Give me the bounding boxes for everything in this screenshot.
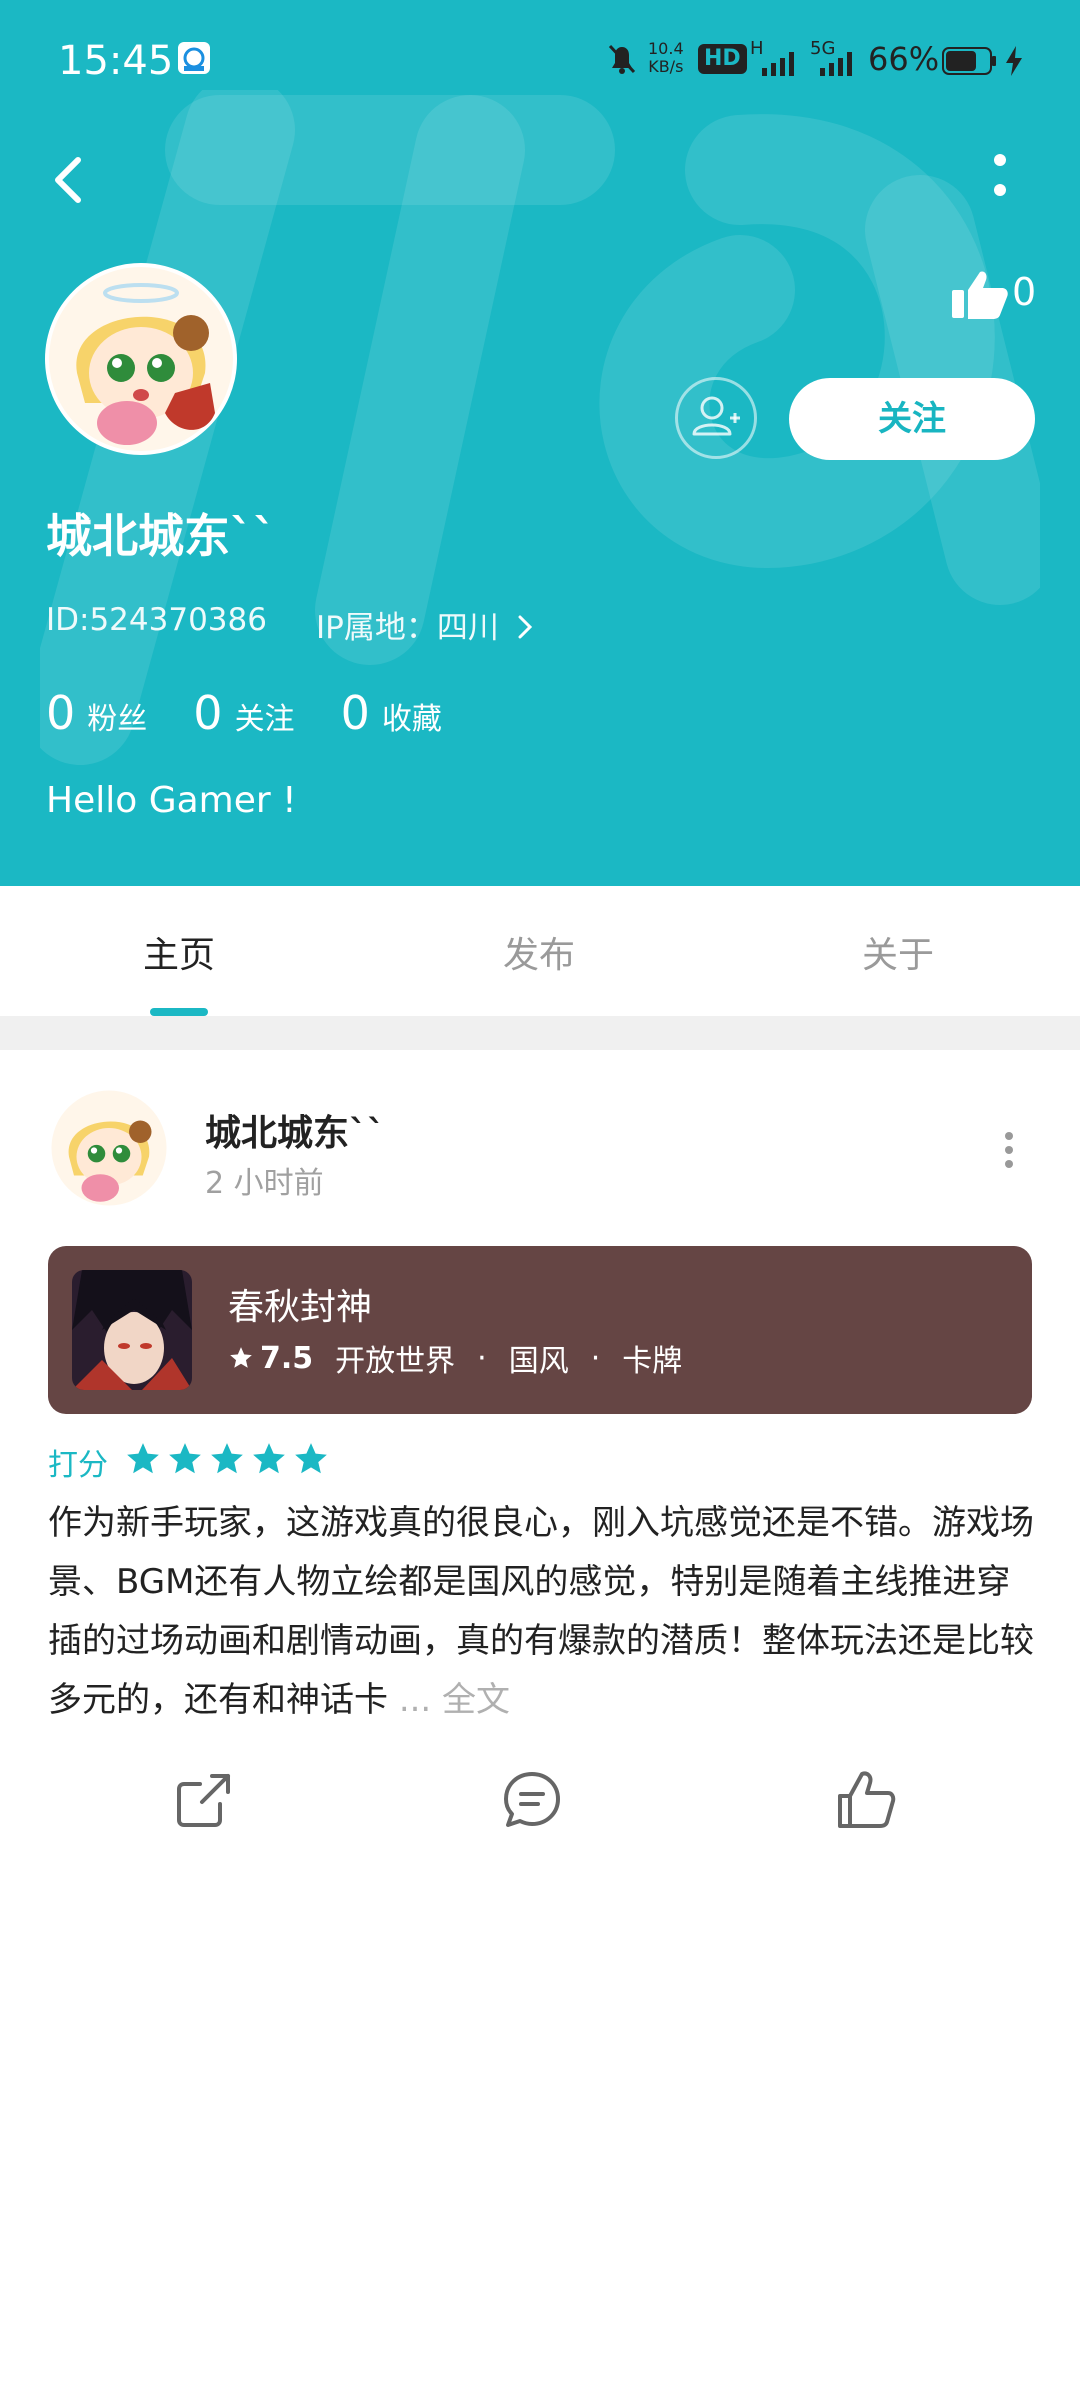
post-author-avatar[interactable] [49, 1088, 169, 1208]
5g-signal-icon [820, 52, 852, 76]
share-icon[interactable] [172, 1768, 236, 1832]
game-tag: 国风 [508, 1344, 569, 1379]
read-more-link[interactable]: ... 全文 [399, 1680, 510, 1720]
rating-star-icon [127, 1443, 159, 1474]
favorites-label[interactable]: 收藏 [382, 694, 442, 738]
game-icon [72, 1270, 192, 1390]
net-speed: 10.4 KB/s [648, 40, 684, 76]
rating-label: 打分 [48, 1448, 108, 1483]
add-user-icon [692, 396, 740, 436]
post-time: 2 小时前 [205, 1166, 324, 1201]
battery-icon [942, 47, 996, 75]
comment-icon[interactable] [500, 1768, 564, 1832]
chevron-right-icon [518, 615, 532, 639]
tab-posts[interactable]: 发布 [503, 926, 575, 978]
tab-home[interactable]: 主页 [143, 926, 215, 978]
tab-indicator [150, 1008, 208, 1016]
like-count: 0 [1012, 270, 1037, 314]
star-icon [230, 1347, 252, 1368]
thumbs-up-icon[interactable] [950, 268, 1010, 320]
profile-username: 城北城东`` [46, 509, 276, 563]
following-count[interactable]: 0 [193, 686, 222, 740]
game-meta: 7.5 开放世界 · 国风 · 卡牌 [228, 1336, 682, 1380]
hd-icon: HD [698, 44, 747, 74]
game-score: 7.5 [260, 1340, 314, 1376]
user-id: ID:524370386 [46, 602, 267, 638]
like-icon[interactable] [834, 1768, 898, 1832]
add-friend-button[interactable] [675, 377, 757, 459]
status-time: 15:45 [58, 38, 174, 84]
favorites-count[interactable]: 0 [341, 686, 370, 740]
post-body-text: 作为新手玩家，这游戏真的很良心，刚入坑感觉还是不错。游戏场景、BGM还有人物立绘… [48, 1503, 1034, 1720]
avatar[interactable] [45, 263, 237, 455]
following-label[interactable]: 关注 [235, 694, 295, 738]
follow-button[interactable]: 关注 [789, 378, 1035, 460]
tab-bar: 主页 发布 关于 [0, 886, 1080, 1016]
battery-percent: 66% [868, 40, 940, 78]
game-title: 春秋封神 [228, 1287, 373, 1328]
game-card[interactable]: 春秋封神 7.5 开放世界 · 国风 · 卡牌 [48, 1246, 1032, 1414]
profile-bio: Hello Gamer ! [46, 780, 297, 821]
net-speed-unit: KB/s [648, 57, 684, 76]
more-vertical-icon[interactable] [980, 150, 1020, 210]
signal-icon [762, 52, 794, 76]
ip-location[interactable]: IP属地：四川 [316, 602, 535, 647]
fans-count[interactable]: 0 [46, 686, 75, 740]
tag-separator: · [477, 1340, 487, 1376]
post-body[interactable]: 作为新手玩家，这游戏真的很良心，刚入坑感觉还是不错。游戏场景、BGM还有人物立绘… [48, 1494, 1038, 1730]
post-author-name[interactable]: 城北城东`` [205, 1104, 385, 1156]
rating-star-icon [295, 1443, 327, 1474]
stats-row: 0 粉丝 0 关注 0 收藏 [46, 686, 488, 740]
fans-label[interactable]: 粉丝 [87, 694, 147, 738]
tag-separator: · [590, 1340, 601, 1376]
bell-mute-icon [608, 44, 636, 74]
charging-icon [1006, 46, 1022, 76]
ip-location-text: IP属地：四川 [316, 610, 499, 646]
post-more-icon[interactable] [994, 1130, 1024, 1170]
rating-star-icon [211, 1443, 243, 1474]
game-tag: 卡牌 [622, 1344, 683, 1379]
section-divider [0, 1016, 1080, 1050]
net-speed-value: 10.4 [648, 39, 684, 58]
rating-stars [124, 1440, 334, 1478]
rating-star-icon [169, 1443, 201, 1474]
app-notification-icon [178, 42, 210, 74]
tab-about[interactable]: 关于 [862, 926, 934, 978]
profile-header: 15:45 10.4 KB/s HD H 5G 66% 0 关注 城北城东`` … [0, 0, 1080, 886]
game-tag: 开放世界 [335, 1344, 456, 1379]
status-bar: 15:45 10.4 KB/s HD H 5G 66% [0, 0, 1080, 120]
back-arrow-icon[interactable] [40, 150, 100, 210]
rating-star-icon [253, 1443, 285, 1474]
